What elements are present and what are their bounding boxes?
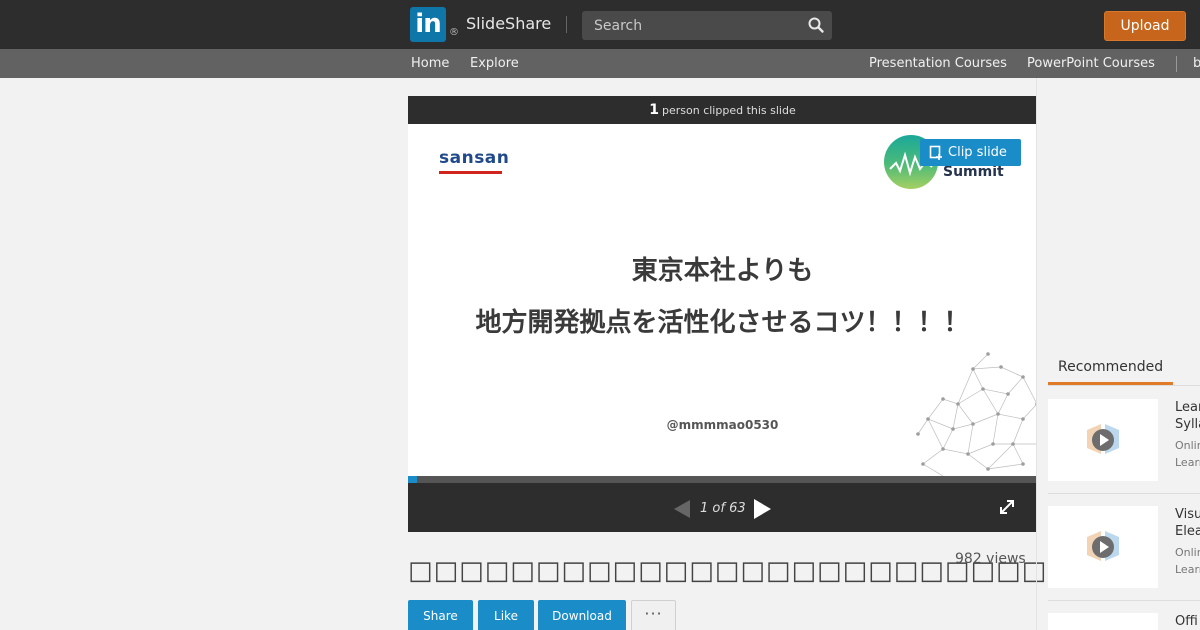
recommended-meta: Learn xyxy=(1175,563,1200,576)
presentation-title: □□□□□□□□□□□□□□□□□□□□□□□□□□□□□ xyxy=(408,556,1150,586)
page-indicator: 1 of 63 xyxy=(700,501,746,516)
clip-count: 1 xyxy=(649,102,659,118)
recommended-title: Visu Elea xyxy=(1175,506,1200,540)
top-bar: in ® SlideShare Upload xyxy=(0,0,1200,49)
recommended-title: Lear Sylla xyxy=(1175,399,1200,433)
clip-info-bar: 1 person clipped this slide xyxy=(408,96,1037,124)
nav-bar: Home Explore Presentation Courses PowerP… xyxy=(0,49,1200,78)
recommended-meta: Onlin xyxy=(1175,439,1200,452)
recommended-meta: Learn xyxy=(1175,456,1200,469)
clip-text: person clipped this slide xyxy=(662,104,796,117)
tab-recommended[interactable]: Recommended xyxy=(1058,359,1163,375)
sansan-logo: sansan xyxy=(439,148,510,168)
search-box xyxy=(582,11,832,40)
clip-slide-button[interactable]: Clip slide xyxy=(920,139,1021,166)
sidebar-divider xyxy=(1036,78,1037,630)
like-button[interactable]: Like xyxy=(478,600,534,630)
clip-icon xyxy=(929,145,942,160)
share-button[interactable]: Share xyxy=(408,600,473,630)
search-icon[interactable] xyxy=(807,16,825,34)
recommended-meta: Onlin xyxy=(1175,546,1200,559)
slide-viewer[interactable]: sansan Summit Clip slide 東京本社よりも 地方開発拠点を… xyxy=(408,124,1037,476)
network-graphic xyxy=(916,352,1037,476)
slide-heading-line2: 地方開発拠点を活性化させるコツ！！！！ xyxy=(475,308,970,338)
nav-presentation-courses[interactable]: Presentation Courses xyxy=(869,56,1007,71)
upload-button[interactable]: Upload xyxy=(1104,11,1186,41)
clip-slide-label: Clip slide xyxy=(948,145,1007,160)
linkedin-logo-icon[interactable]: in xyxy=(410,7,446,42)
course-video-icon xyxy=(1087,424,1119,454)
recommended-title-line2: Elea xyxy=(1175,524,1200,539)
recommended-thumbnail xyxy=(1048,399,1158,481)
recommended-item[interactable]: Visu Elea Onlin Learn xyxy=(1048,506,1200,606)
next-slide-icon[interactable] xyxy=(751,498,773,520)
nav-powerpoint-courses[interactable]: PowerPoint Courses xyxy=(1027,56,1155,71)
tab-bar-line xyxy=(1048,385,1200,386)
nav-home[interactable]: Home xyxy=(411,56,449,71)
registered-mark: ® xyxy=(449,27,459,38)
view-count: 982 views xyxy=(955,551,1026,567)
recommended-divider xyxy=(1048,493,1200,494)
more-options-button[interactable]: ··· xyxy=(631,600,676,630)
fullscreen-icon[interactable] xyxy=(998,498,1016,516)
summit-logo-text: Summit xyxy=(943,164,1004,180)
download-button[interactable]: Download xyxy=(538,600,626,630)
recommended-title-line1: Offi xyxy=(1175,614,1198,629)
sansan-logo-underline xyxy=(439,171,502,174)
header-divider xyxy=(566,16,567,33)
previous-slide-icon[interactable] xyxy=(672,499,692,519)
search-input[interactable] xyxy=(582,11,802,40)
recommended-title-line2: Sylla xyxy=(1175,417,1200,432)
player-controls: 1 of 63 xyxy=(408,483,1037,532)
recommended-item[interactable]: Offi xyxy=(1048,613,1200,630)
nav-divider xyxy=(1176,56,1177,72)
nav-overflow-link[interactable]: b xyxy=(1193,56,1200,71)
course-video-icon xyxy=(1087,531,1119,561)
recommended-thumbnail xyxy=(1048,613,1158,630)
recommended-thumbnail xyxy=(1048,506,1158,588)
slideshare-logo-text[interactable]: SlideShare xyxy=(466,14,551,33)
slide-progress-bar[interactable] xyxy=(408,476,1037,483)
recommended-divider xyxy=(1048,600,1200,601)
recommended-item[interactable]: Lear Sylla Onlin Learn xyxy=(1048,399,1200,499)
slide-progress-fill xyxy=(408,476,418,483)
slide-heading-line1: 東京本社よりも xyxy=(631,256,814,286)
recommended-title-line1: Lear xyxy=(1175,400,1200,415)
nav-explore[interactable]: Explore xyxy=(470,56,519,71)
recommended-title-line1: Visu xyxy=(1175,507,1200,522)
recommended-title: Offi xyxy=(1175,613,1200,630)
